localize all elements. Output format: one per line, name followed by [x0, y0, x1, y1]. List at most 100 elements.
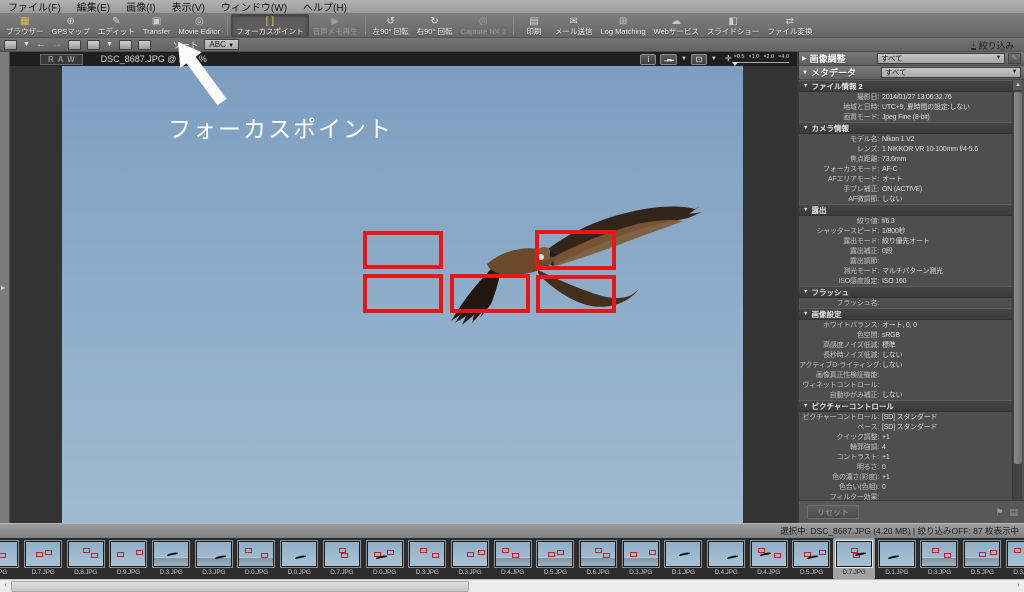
metadata-section-header[interactable]: ▼ フラッシュ — [799, 286, 1014, 298]
menu-item-4[interactable]: ウィンドウ(W) — [221, 0, 287, 14]
adjustments-filter-dropdown[interactable]: すべて ▼ — [877, 53, 1005, 64]
metadata-section-header[interactable]: ▼ 画像設定 — [799, 308, 1014, 320]
filmstrip-thumbnail[interactable]: D.0.JPG — [363, 538, 406, 579]
gps-map-button[interactable]: ⊕ GPSマップ — [48, 14, 94, 37]
metadata-scrollbar[interactable]: ▲ ▼ — [1012, 80, 1023, 524]
filmstrip-thumbnail[interactable]: D.7.JPG — [321, 538, 364, 579]
web-service-button[interactable]: ☁ Webサービス — [650, 14, 703, 37]
menu-item-3[interactable]: 表示(V) — [172, 0, 205, 14]
filmstrip-thumbnail[interactable]: D.9.JPG — [107, 538, 150, 579]
rotate-left-button[interactable]: ↺ 左90° 回転 — [369, 14, 413, 37]
toolbar-button-label: Capture NX 2 — [460, 27, 506, 36]
filter-button[interactable]: ↓ 絞り込み — [965, 38, 1020, 51]
filmstrip-thumbnail-selected[interactable]: D.7.JPG — [832, 538, 876, 579]
apply-adjustments-icon[interactable]: ✎ — [1008, 53, 1021, 64]
menu-item-5[interactable]: ヘルプ(H) — [303, 0, 347, 14]
left-collapse-strip[interactable]: ▸ — [0, 52, 10, 523]
zoom-ruler[interactable]: ×0.5 ×1.0 ×2.0 ×4.0 — [731, 54, 789, 66]
filmstrip-thumbnail[interactable]: D.8.JPG — [64, 538, 107, 579]
filmstrip-scrollbar-thumb[interactable] — [11, 581, 469, 592]
filmstrip-thumbnail[interactable]: D.0.JPG — [278, 538, 321, 579]
filmstrip-thumbnail[interactable]: D.3.JPG — [406, 538, 449, 579]
movie-editor-button[interactable]: ◎ Movie Editor — [174, 14, 224, 37]
info-button[interactable]: i — [640, 53, 657, 65]
rating-dropdown-icon[interactable]: ▼ — [106, 41, 113, 48]
filmstrip-thumbnail[interactable]: D.3.JPG — [1004, 538, 1024, 579]
fit-screen-button[interactable]: ⊡ — [690, 53, 707, 65]
list-icon[interactable]: ▤ — [1009, 507, 1018, 518]
sort-order-dropdown[interactable]: ABC ▼ — [204, 39, 240, 50]
filmstrip-thumbnail[interactable]: D.5.JPG — [790, 538, 833, 579]
reset-button[interactable]: リセット — [807, 505, 859, 519]
zoom-control[interactable]: ✛ ×0.5 ×1.0 ×2.0 ×4.0 — [725, 54, 789, 66]
metadata-value: 標準 — [882, 342, 896, 349]
view-mode-icon[interactable] — [4, 39, 17, 50]
filmstrip-thumbnail[interactable]: D.5.JPG — [961, 538, 1004, 579]
histogram-dropdown-icon[interactable]: ▼ — [681, 56, 687, 62]
filmstrip-thumbnail[interactable]: D.4.JPG — [747, 538, 790, 579]
scroll-right-icon[interactable]: › — [1013, 580, 1024, 592]
metadata-label: クイック調整: — [836, 434, 879, 441]
view-mode-dropdown-icon[interactable]: ▼ — [23, 41, 30, 48]
thumbnail-filename: D.5.JPG — [543, 569, 567, 576]
transfer-button[interactable]: ▣ Transfer — [139, 14, 175, 37]
rotate-right-button[interactable]: ↻ 右90° 回転 — [413, 14, 457, 37]
filmstrip-thumbnail[interactable]: D.3.JPG — [150, 538, 193, 579]
metadata-section-header[interactable]: ▼ ピクチャーコントロール — [799, 400, 1014, 412]
scroll-up-icon[interactable]: ▲ — [1013, 80, 1023, 90]
camera-settings-icon[interactable] — [137, 39, 151, 50]
fit-dropdown-icon[interactable]: ▼ — [711, 56, 717, 62]
back-icon[interactable]: ← — [36, 39, 46, 51]
expand-browser-icon[interactable]: ▸ — [1, 283, 5, 292]
metadata-filter-dropdown[interactable]: すべて ▼ — [881, 67, 1021, 78]
file-operations-icon[interactable] — [67, 39, 81, 50]
filmstrip-thumbnail[interactable]: D.3.JPG — [192, 538, 235, 579]
histogram-button[interactable]: ▁▃▂ — [660, 53, 677, 65]
filmstrip-thumbnail[interactable]: D.4.JPG — [491, 538, 534, 579]
filmstrip-thumbnail[interactable]: D.4.JPG — [705, 538, 748, 579]
forward-icon[interactable]: → — [52, 39, 62, 51]
copy-icon[interactable] — [118, 39, 132, 50]
print-button[interactable]: ▤ 印刷 — [517, 14, 551, 37]
metadata-title: メタデータ — [810, 68, 856, 78]
filmstrip-thumbnail[interactable]: D.5.JPG — [534, 538, 577, 579]
filmstrip-thumbnail[interactable]: .JPG — [0, 538, 22, 579]
filmstrip-scrollbar[interactable]: ‹ › — [0, 579, 1024, 592]
menu-item-0[interactable]: ファイル(F) — [8, 0, 61, 14]
filmstrip-thumbnail[interactable]: D.3.JPG — [619, 538, 662, 579]
nav-toolbar: ▼ ← → ▼ ソート ABC ▼ ↓ 絞り込み — [0, 38, 1024, 52]
metadata-header-row[interactable]: ▼ メタデータ すべて ▼ — [799, 66, 1024, 80]
metadata-section-header[interactable]: ▼ カメラ情報 — [799, 122, 1014, 134]
metadata-label: 絞り値: — [856, 218, 879, 225]
filmstrip-thumbnail[interactable]: D.0.JPG — [235, 538, 278, 579]
mail-button[interactable]: ✉ メール送信 — [551, 14, 597, 37]
flag-icon[interactable]: ⚑ — [995, 507, 1003, 518]
slideshow-button[interactable]: ◧ スライドショー — [703, 14, 764, 37]
file-convert-button[interactable]: ⇄ ファイル変換 — [763, 14, 816, 37]
collapse-icon[interactable]: ▶ — [802, 55, 807, 62]
browser-button[interactable]: ▦ ブラウザー — [2, 14, 48, 37]
scrollbar-thumb[interactable] — [1014, 92, 1022, 464]
collapse-icon[interactable]: ▼ — [802, 70, 808, 76]
filmstrip: .JPG D.7.JPG D.8.JPG D.9.JPG D.3.JPG D.3.JPG D… — [0, 538, 1024, 579]
thumbnail-image — [67, 541, 104, 567]
focus-point-button[interactable]: [ ] フォーカスポイント — [231, 14, 309, 37]
rating-icon[interactable] — [86, 39, 100, 50]
log-matching-button[interactable]: ⊞ Log Matching — [597, 14, 650, 37]
filmstrip-thumbnail[interactable]: D.6.JPG — [577, 538, 620, 579]
filmstrip-thumbnail[interactable]: D.1.JPG — [875, 538, 918, 579]
metadata-section-header[interactable]: ▼ 露出 — [799, 204, 1014, 216]
menu-item-1[interactable]: 編集(E) — [77, 0, 110, 14]
adjustments-header-row[interactable]: ▶ 画像調整 すべて ▼ ✎ — [799, 52, 1024, 66]
filmstrip-thumbnail[interactable]: D.3.JPG — [449, 538, 492, 579]
edit-button[interactable]: ✎ エディット — [94, 14, 139, 37]
photo-canvas[interactable]: フォーカスポイント — [62, 66, 743, 523]
menu-item-2[interactable]: 画像(I) — [126, 0, 155, 14]
metadata-section-header[interactable]: ▼ ファイル情報 2 — [799, 80, 1014, 92]
filmstrip-thumbnail[interactable]: D.3.JPG — [918, 538, 961, 579]
scroll-left-icon[interactable]: ‹ — [0, 580, 11, 592]
filmstrip-thumbnail[interactable]: D.1.JPG — [662, 538, 705, 579]
filmstrip-thumbnail[interactable]: D.7.JPG — [22, 538, 65, 579]
dropdown-arrow-icon: ▼ — [1011, 69, 1018, 75]
toolbar-button-label: Transfer — [142, 27, 171, 36]
